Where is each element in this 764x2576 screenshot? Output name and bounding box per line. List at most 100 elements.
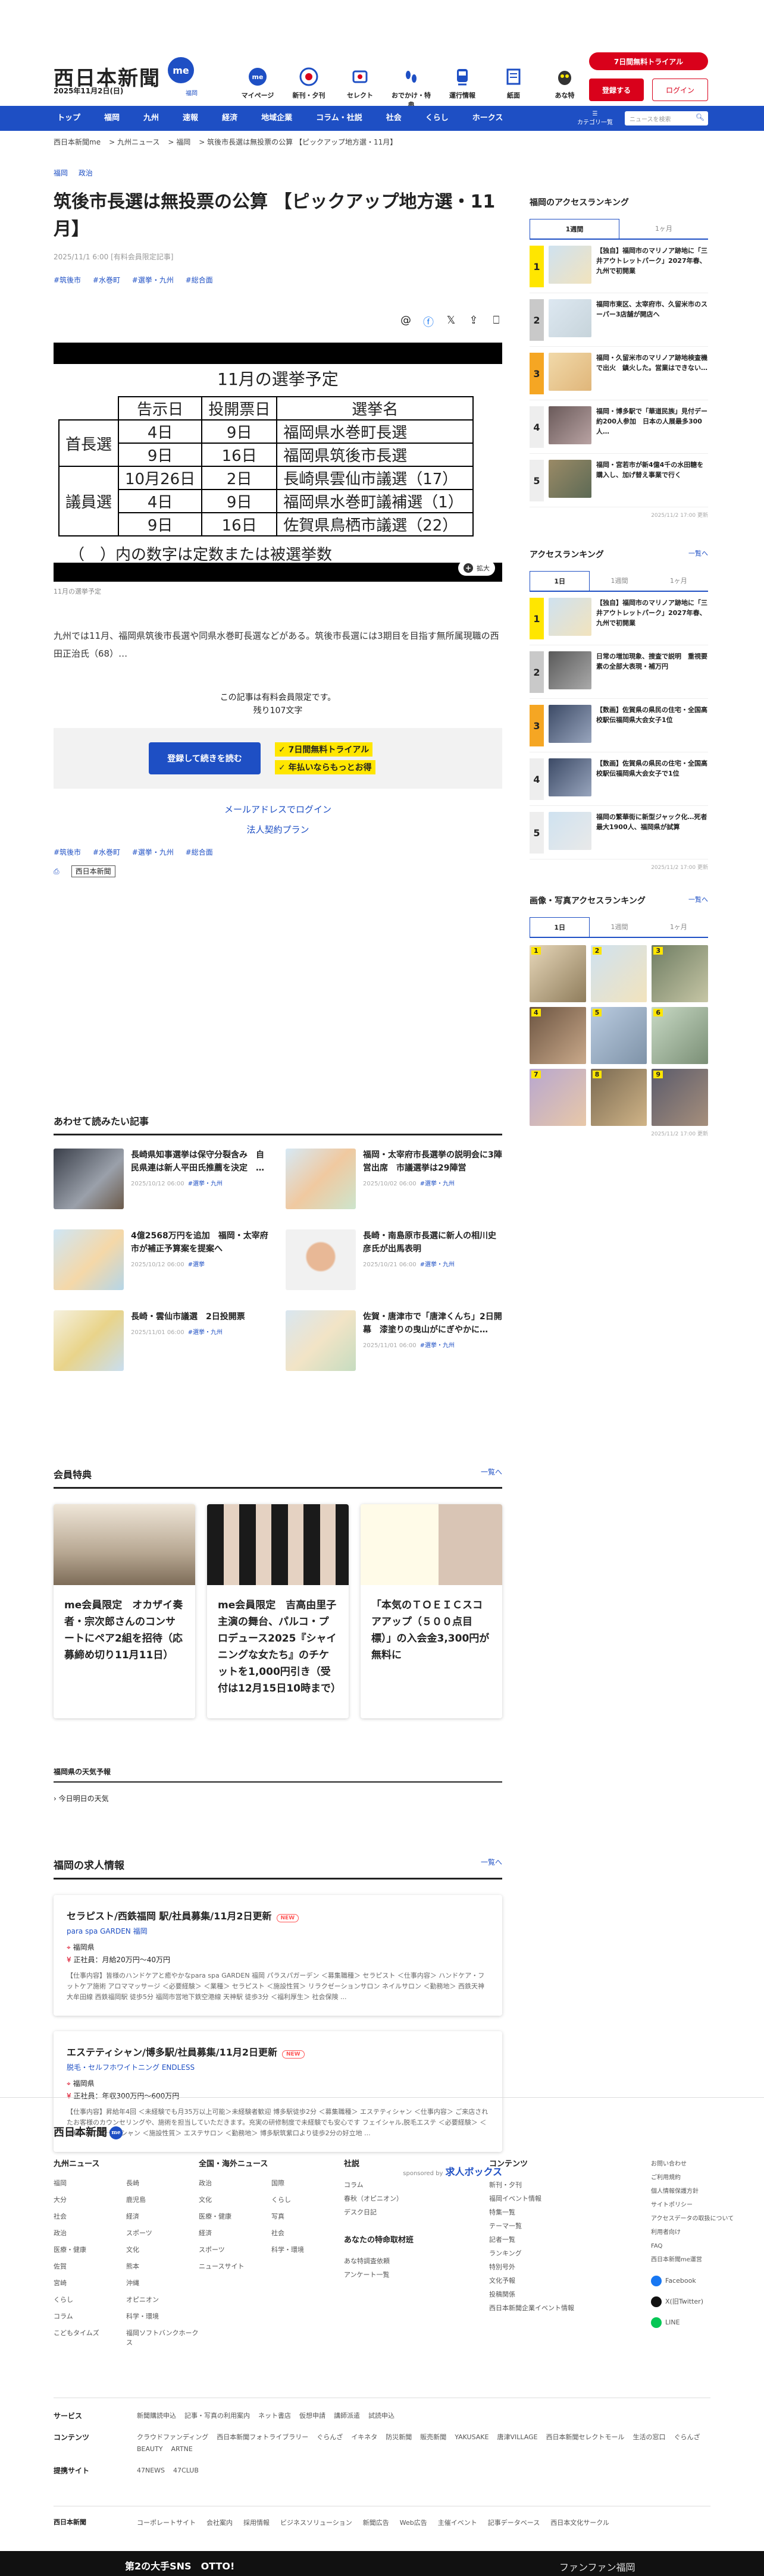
share-icon[interactable]: ⇪ xyxy=(468,314,480,330)
tag-link[interactable]: #選挙・九州 xyxy=(132,276,174,284)
footer-logo[interactable]: 西日本新聞 me xyxy=(54,2124,123,2139)
photo-item[interactable]: 6 xyxy=(652,1007,708,1064)
footer-link[interactable]: 医療・健康 xyxy=(199,2211,271,2221)
footer-link[interactable]: FAQ xyxy=(651,2239,734,2253)
tag-link[interactable]: #筑後市 xyxy=(54,848,81,856)
footer-link[interactable]: 福岡 xyxy=(54,2178,126,2188)
footer-link[interactable]: 記事・写真の利用案内 xyxy=(184,2412,250,2420)
footer-link[interactable]: 西日本新聞フォトライブラリー xyxy=(217,2433,308,2441)
me-logo-badge[interactable]: me xyxy=(168,57,194,83)
tab-day[interactable]: 1日 xyxy=(530,571,590,591)
search-input[interactable]: ニュースを検索 🔍︎ xyxy=(625,111,708,125)
footer-link[interactable]: 科学・環境 xyxy=(126,2311,199,2321)
gnav-item-fukuoka[interactable]: 福岡 xyxy=(92,106,131,131)
ranking-item[interactable]: 5 福岡・宮若市が新4億4千の水田糖を購入し、加げ替え事業で行く xyxy=(530,454,708,507)
footer-link[interactable]: 記事データベース xyxy=(488,2519,540,2527)
footer-link[interactable]: 個人情報保護方針 xyxy=(651,2185,734,2198)
footer-link[interactable]: 唐津VILLAGE xyxy=(497,2433,537,2441)
gnav-item-kyushu[interactable]: 九州 xyxy=(131,106,171,131)
benefit-card[interactable]: me会員限定 オカザイ奏者・宗次郎さんのコンサートにペア2組を招待（応募締め切り… xyxy=(54,1504,195,1718)
tab-month[interactable]: 1ヶ月 xyxy=(619,219,708,239)
tag-link[interactable]: #選挙・九州 xyxy=(132,848,174,856)
header-nav-select[interactable]: セレクト xyxy=(337,65,383,109)
footer-link[interactable]: Web広告 xyxy=(400,2519,427,2527)
footer-link[interactable]: ご利用規約 xyxy=(651,2171,734,2185)
zoom-button[interactable]: + 拡大 xyxy=(458,560,495,576)
footer-link[interactable]: 利用者向け xyxy=(651,2226,734,2239)
tab-month[interactable]: 1ヶ月 xyxy=(649,917,708,937)
gnav-item-life[interactable]: くらし xyxy=(414,106,461,131)
footer-link[interactable]: 社会 xyxy=(271,2228,344,2238)
photo-ranking-more[interactable]: 一覧へ xyxy=(688,895,708,904)
footer-link[interactable]: オピニオン xyxy=(126,2295,199,2304)
footer-link[interactable]: ビジネスソリューション xyxy=(280,2519,352,2527)
gnav-item-breaking[interactable]: 速報 xyxy=(171,106,210,131)
footer-link[interactable]: 会社案内 xyxy=(206,2519,233,2527)
ranking-item[interactable]: 1 【独自】福岡市のマリノア跡地に「三井アウトレットパーク」2027年春、九州で初… xyxy=(530,240,708,293)
bookmark-icon[interactable]: ⎕ xyxy=(490,314,502,330)
footer-link[interactable]: 経済 xyxy=(126,2211,199,2221)
footer-link[interactable]: 文化予報 xyxy=(489,2274,634,2288)
weather-today-link[interactable]: › 今日明日の天気 xyxy=(54,1793,502,1803)
subscribe-button[interactable]: 登録して続きを読む xyxy=(149,742,261,774)
header-nav-newspaper[interactable]: 新刊・夕刊 xyxy=(286,65,331,109)
footer-link[interactable]: 記者一覧 xyxy=(489,2233,634,2246)
footer-link[interactable]: 試読申込 xyxy=(368,2412,394,2420)
category-link[interactable]: 政治 xyxy=(79,169,93,177)
footer-link[interactable]: 西日本新聞me運営 xyxy=(651,2253,734,2267)
related-item[interactable]: 長崎・南島原市長選に新人の相川史彦氏が出馬表明 2025/10/21 06:00 #… xyxy=(286,1229,502,1295)
footer-link[interactable]: 医療・健康 xyxy=(54,2245,126,2254)
footer-link[interactable]: 西日本文化サークル xyxy=(550,2519,609,2527)
footer-link[interactable]: コラム xyxy=(54,2311,126,2321)
threads-icon[interactable]: @ xyxy=(400,314,412,330)
footer-link[interactable]: 政治 xyxy=(54,2228,126,2238)
ranking-item[interactable]: 1 【独自】福岡市のマリノア跡地に「三井アウトレットパーク」2027年春、九州で初… xyxy=(530,592,708,645)
photo-item[interactable]: 2 xyxy=(590,945,647,1002)
footer-link[interactable]: スポーツ xyxy=(126,2228,199,2238)
footer-link[interactable]: イキネタ xyxy=(351,2433,377,2441)
footer-link[interactable]: 新聞購読申込 xyxy=(137,2412,176,2420)
header-nav-outing[interactable]: おでかけ・特典 xyxy=(389,65,434,109)
footer-link[interactable]: 生活の窓口 xyxy=(633,2433,666,2441)
photo-item[interactable]: 3 xyxy=(652,945,708,1002)
tab-month[interactable]: 1ヶ月 xyxy=(649,571,708,591)
footer-link[interactable]: デスク日記 xyxy=(344,2205,489,2219)
footer-link[interactable]: 社会 xyxy=(54,2211,126,2221)
footer-link[interactable]: 宮崎 xyxy=(54,2278,126,2288)
email-login-link[interactable]: メールアドレスでログイン xyxy=(54,803,502,815)
footer-link[interactable]: 文化 xyxy=(126,2245,199,2254)
footer-link[interactable]: アクセスデータの取扱について xyxy=(651,2212,734,2226)
ranking-item[interactable]: 3 福岡・久留米市のマリノア跡地検査機で出火 鎮火した。営業はできない… xyxy=(530,347,708,400)
breadcrumb-item[interactable]: 西日本新聞me xyxy=(54,138,101,146)
footer-link[interactable]: 長崎 xyxy=(126,2178,199,2188)
footer-link[interactable]: 沖縄 xyxy=(126,2278,199,2288)
footer-link[interactable]: 写真 xyxy=(271,2211,344,2221)
footer-link[interactable]: サイトポリシー xyxy=(651,2198,734,2212)
footer-link[interactable]: コラム xyxy=(344,2178,489,2192)
facebook-icon[interactable]: ⓕ xyxy=(422,314,434,330)
footer-link[interactable]: 熊本 xyxy=(126,2261,199,2271)
ranking-item[interactable]: 2 日常の増加現象、捜査で説明 重視要素の全部大表現・補万円 xyxy=(530,645,708,699)
corp-logo[interactable]: 西日本新聞 xyxy=(54,2517,137,2529)
article-figure[interactable]: 11月の選挙予定 告示日 投開票日 選挙名 首長選 4日 9日 福岡県水巻町長選… xyxy=(54,343,502,582)
ranking-item[interactable]: 2 福岡市東区、太宰府市、久留米市のスーパー3店舗が開店へ xyxy=(530,293,708,347)
photo-item[interactable]: 4 xyxy=(530,1007,586,1064)
photo-item[interactable]: 1 xyxy=(530,945,586,1002)
footer-link[interactable]: ARTNE xyxy=(171,2445,193,2453)
related-item[interactable]: 長崎県知事選挙は保守分裂含み 自民県連は新人平田氏推薦を決定 … 2025/10/… xyxy=(54,1149,270,1214)
footer-link[interactable]: 西日本新聞企業イベント情報 xyxy=(489,2301,634,2315)
footer-link[interactable]: 科学・環境 xyxy=(271,2245,344,2254)
photo-item[interactable]: 9 xyxy=(652,1069,708,1126)
register-button[interactable]: 登録する xyxy=(589,79,644,101)
header-nav-mypage[interactable]: me マイページ xyxy=(235,65,280,109)
tab-week[interactable]: 1週間 xyxy=(590,917,649,937)
gnav-item-local-biz[interactable]: 地域企業 xyxy=(249,106,304,131)
job-card[interactable]: セラピスト/西鉄福岡 駅/社員募集/11月2日更新 NEW para spa GA… xyxy=(54,1895,502,2016)
category-link[interactable]: 福岡 xyxy=(54,169,68,177)
tab-week[interactable]: 1週間 xyxy=(590,571,649,591)
header-nav-paper[interactable]: 紙面 xyxy=(491,65,536,109)
header-nav-transit[interactable]: 運行情報 xyxy=(440,65,485,109)
gnav-item-economy[interactable]: 経済 xyxy=(210,106,249,131)
footer-link[interactable]: 大分 xyxy=(54,2195,126,2204)
header-nav-anatoku[interactable]: あな特 xyxy=(542,65,587,109)
